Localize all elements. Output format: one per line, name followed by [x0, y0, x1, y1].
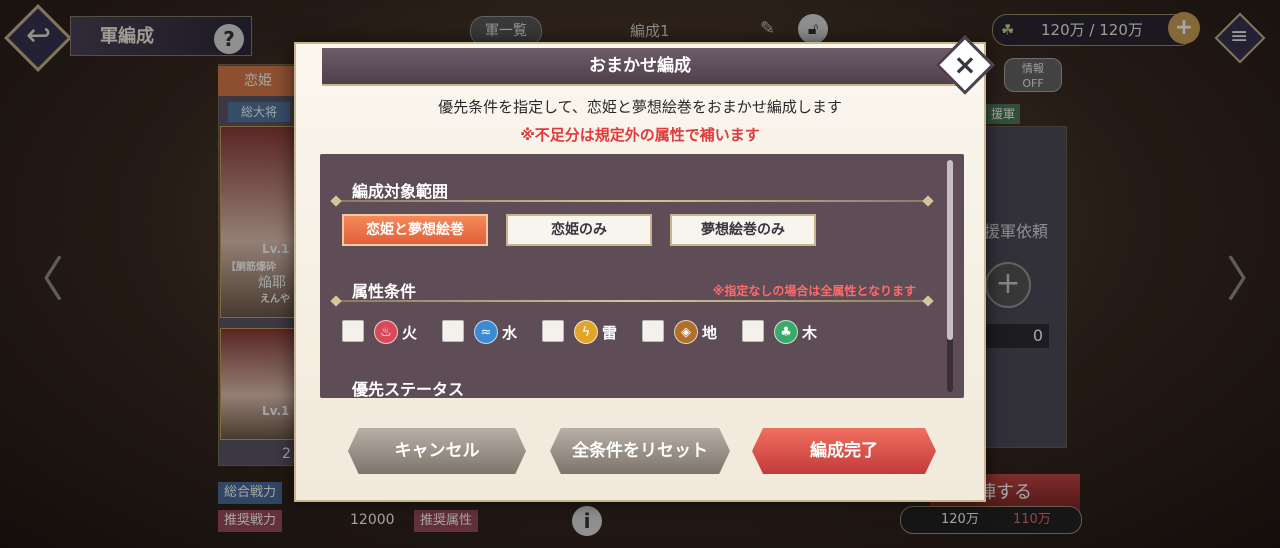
thunder-icon: ϟ [574, 320, 598, 344]
range-section-title: 編成対象範囲 [352, 182, 449, 201]
section-divider [336, 200, 932, 202]
checkbox[interactable] [742, 320, 764, 342]
scrollbar-thumb[interactable] [947, 160, 953, 340]
attribute-section-title: 属性条件 [352, 282, 417, 301]
attribute-note: ※指定なしの場合は全属性となります [712, 284, 916, 298]
priority-section-title: 優先ステータス [352, 380, 465, 398]
range-option-emaki-only[interactable]: 夢想絵巻のみ [670, 214, 816, 246]
checkbox[interactable] [542, 320, 564, 342]
confirm-button[interactable]: 編成完了 [752, 428, 936, 474]
close-icon[interactable]: × [944, 44, 986, 86]
range-option-hime-only[interactable]: 恋姫のみ [506, 214, 652, 246]
section-divider [336, 300, 932, 302]
dialog-note: ※不足分は規定外の属性で補います [520, 126, 760, 144]
wood-icon: ♣ [774, 320, 798, 344]
divider-ornament [330, 295, 342, 307]
fire-icon: ♨ [374, 320, 398, 344]
checkbox[interactable] [642, 320, 664, 342]
attribute-label: 雷 [602, 324, 618, 342]
auto-formation-dialog: おまかせ編成 優先条件を指定して、恋姫と夢想絵巻をおまかせ編成します ※不足分は… [294, 42, 986, 502]
attribute-label: 水 [502, 324, 518, 342]
dialog-header: おまかせ編成 [322, 48, 958, 86]
divider-ornament [922, 195, 934, 207]
earth-icon: ◈ [674, 320, 698, 344]
dialog-description: 優先条件を指定して、恋姫と夢想絵巻をおまかせ編成します [438, 98, 842, 116]
cancel-label: キャンセル [394, 441, 480, 461]
attribute-label: 火 [402, 324, 418, 342]
divider-ornament [330, 195, 342, 207]
attribute-label: 木 [802, 324, 818, 342]
confirm-label: 編成完了 [810, 441, 878, 461]
settings-scroll-area[interactable]: 編成対象範囲 恋姫と夢想絵巻 恋姫のみ 夢想絵巻のみ 属性条件 ※指定なしの場合… [320, 154, 964, 398]
dialog-title: おまかせ編成 [589, 56, 691, 76]
reset-label: 全条件をリセット [572, 441, 708, 461]
divider-ornament [922, 295, 934, 307]
reset-button[interactable]: 全条件をリセット [550, 428, 730, 474]
checkbox[interactable] [442, 320, 464, 342]
cancel-button[interactable]: キャンセル [348, 428, 526, 474]
water-icon: ≈ [474, 320, 498, 344]
checkbox[interactable] [342, 320, 364, 342]
attribute-label: 地 [702, 324, 718, 342]
range-option-both[interactable]: 恋姫と夢想絵巻 [342, 214, 488, 246]
